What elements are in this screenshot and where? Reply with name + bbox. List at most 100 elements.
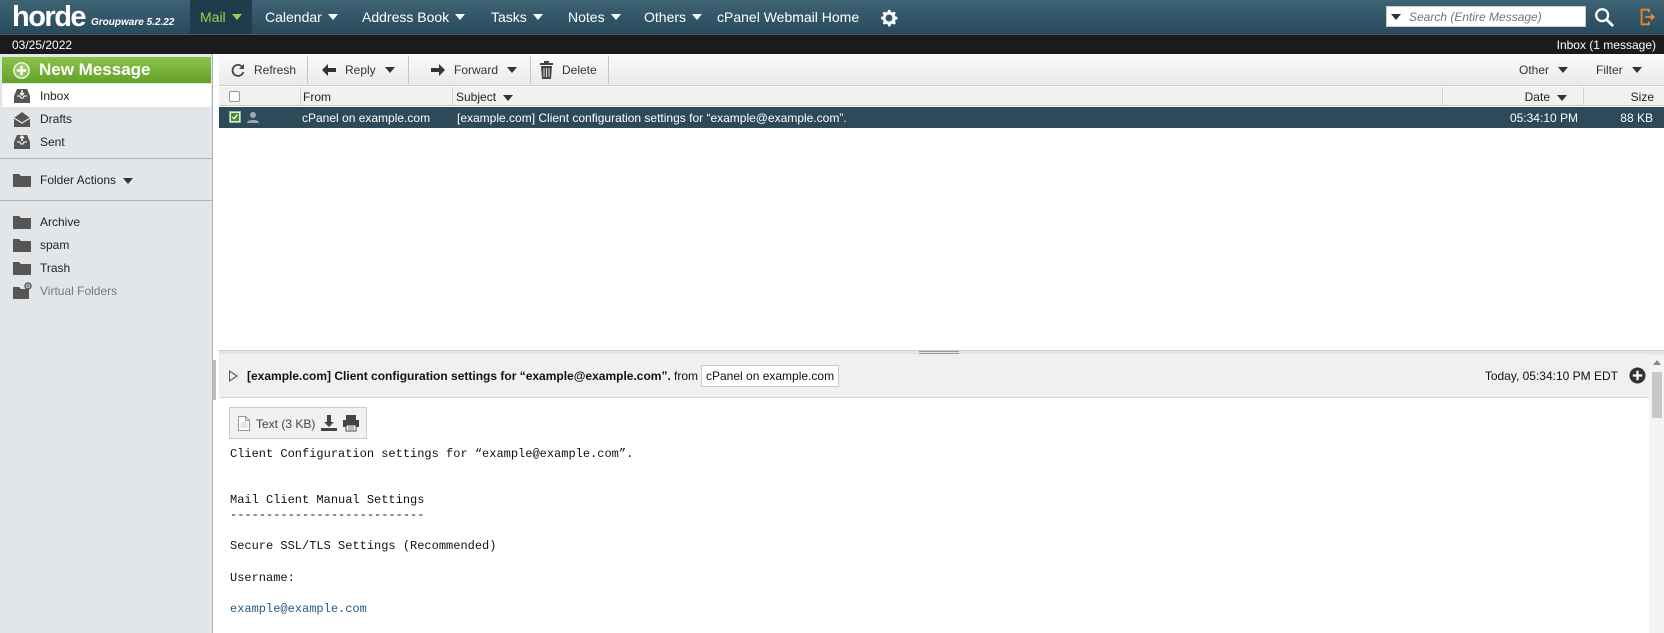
message-body-line: Mail Client Manual Settings [230, 493, 425, 507]
folder-icon [13, 174, 31, 187]
nav-cpanel-webmail-home[interactable]: cPanel Webmail Home [717, 0, 859, 34]
search-scope-dropdown-icon[interactable] [1391, 14, 1401, 20]
other-menu-button[interactable]: Other [1519, 56, 1569, 84]
sidebar-item-label: spam [40, 238, 70, 252]
search-input[interactable] [1409, 8, 1579, 25]
folder-status: Inbox (1 message) [1556, 38, 1656, 52]
scrollbar-thumb[interactable] [1652, 372, 1662, 418]
search-box [1386, 6, 1586, 27]
sidebar-item-label: Archive [40, 215, 81, 229]
row-checkbox[interactable] [229, 111, 241, 123]
forward-button[interactable]: Forward [417, 56, 532, 84]
sidebar-divider [0, 200, 212, 201]
username-link[interactable]: example@example.com [230, 602, 367, 616]
sidebar: New Message Inbox Drafts Sent Folder Act… [0, 54, 213, 633]
contact-icon [247, 112, 259, 123]
message-body-line: Username: [230, 571, 295, 585]
new-message-label: New Message [39, 60, 151, 79]
folder-actions-menu[interactable]: Folder Actions [2, 168, 211, 191]
message-list-header: From Subject Date Size [219, 87, 1664, 106]
reply-arrow-icon [322, 64, 336, 76]
filter-menu-button[interactable]: Filter [1596, 56, 1642, 84]
column-subject[interactable]: Subject [452, 87, 1452, 106]
table-row[interactable]: cPanel on example.com [example.com] Clie… [219, 107, 1664, 128]
sidebar-item-trash[interactable]: Trash [2, 256, 211, 279]
row-subject: [example.com] Client configuration setti… [457, 111, 847, 125]
drafts-icon [13, 112, 31, 127]
nav-tasks[interactable]: Tasks [491, 0, 543, 34]
chevron-down-icon [1558, 67, 1569, 73]
chevron-down-icon [384, 67, 395, 73]
download-icon[interactable] [320, 414, 338, 432]
chevron-down-icon [692, 14, 703, 20]
gear-icon[interactable] [878, 7, 900, 29]
logout-icon[interactable] [1637, 6, 1659, 28]
row-size: 88 KB [1620, 111, 1653, 125]
sidebar-divider [0, 158, 212, 159]
sidebar-item-virtual-folders[interactable]: Virtual Folders [2, 279, 211, 302]
sort-chevron-icon [1557, 94, 1567, 101]
refresh-label: Refresh [254, 63, 297, 77]
attachment-label: Text (3 KB) [256, 417, 316, 431]
column-size[interactable]: Size [1583, 87, 1664, 106]
nav-calendar[interactable]: Calendar [265, 0, 338, 34]
message-body-line: Secure SSL/TLS Settings (Recommended) [230, 539, 497, 553]
preview-header: [example.com] Client configuration setti… [219, 354, 1664, 398]
chevron-down-icon [327, 14, 338, 20]
folder-icon [13, 239, 31, 252]
chevron-down-icon [455, 14, 466, 20]
nav-mail[interactable]: Mail [190, 0, 252, 34]
folder-icon [13, 216, 31, 229]
document-icon [238, 416, 250, 431]
from-label: from [674, 369, 698, 383]
expand-headers-icon[interactable] [229, 370, 238, 382]
folder-icon [13, 262, 31, 275]
current-date: 03/25/2022 [12, 38, 73, 52]
sidebar-item-drafts[interactable]: Drafts [2, 107, 211, 130]
brand-name: horde [12, 1, 87, 33]
search-icon[interactable] [1593, 6, 1615, 28]
chevron-down-icon [123, 177, 134, 184]
preview-date: Today, 05:34:10 PM EDT [1484, 369, 1618, 383]
delete-button[interactable]: Delete [528, 56, 609, 84]
trash-icon [540, 61, 553, 79]
column-from[interactable]: From [300, 87, 452, 106]
refresh-icon [231, 64, 245, 77]
delete-label: Delete [562, 63, 597, 77]
horde-logo[interactable]: horde Groupware 5.2.22 [0, 0, 190, 34]
reply-label: Reply [345, 63, 376, 77]
brand-product: Groupware 5.2.22 [91, 17, 175, 28]
message-list-body [219, 128, 1664, 350]
add-icon[interactable] [1629, 367, 1646, 384]
sidebar-item-archive[interactable]: Archive [2, 210, 211, 233]
new-message-button[interactable]: New Message [2, 57, 211, 83]
sidebar-item-sent[interactable]: Sent [2, 130, 211, 153]
sidebar-item-label: Trash [40, 261, 71, 275]
message-toolbar: Refresh Reply Forward Delete Other Filte… [219, 54, 1664, 86]
sidebar-item-spam[interactable]: spam [2, 233, 211, 256]
chevron-down-icon [532, 14, 543, 20]
column-date[interactable]: Date [1442, 87, 1583, 106]
row-from: cPanel on example.com [302, 111, 431, 125]
sender-address[interactable]: cPanel on example.com [701, 365, 840, 387]
refresh-button[interactable]: Refresh [219, 56, 309, 84]
preview-scrollbar[interactable] [1649, 357, 1664, 633]
print-icon[interactable] [342, 414, 360, 432]
select-all-checkbox[interactable] [229, 91, 240, 102]
virtual-folder-icon [13, 282, 32, 299]
nav-address-book[interactable]: Address Book [362, 0, 466, 34]
reply-button[interactable]: Reply [310, 56, 409, 84]
other-label: Other [1519, 63, 1550, 77]
nav-others[interactable]: Others [644, 0, 703, 34]
forward-label: Forward [454, 63, 499, 77]
nav-notes[interactable]: Notes [568, 0, 621, 34]
sidebar-resize-handle[interactable] [213, 360, 216, 400]
forward-arrow-icon [431, 64, 445, 76]
sidebar-item-inbox[interactable]: Inbox [2, 84, 211, 107]
sent-icon [14, 135, 30, 149]
preview-subject: [example.com] Client configuration setti… [247, 369, 671, 383]
chevron-down-icon [231, 14, 242, 20]
chevron-down-icon [1631, 67, 1642, 73]
scroll-up-icon[interactable] [1653, 360, 1661, 365]
plus-icon [13, 61, 30, 79]
